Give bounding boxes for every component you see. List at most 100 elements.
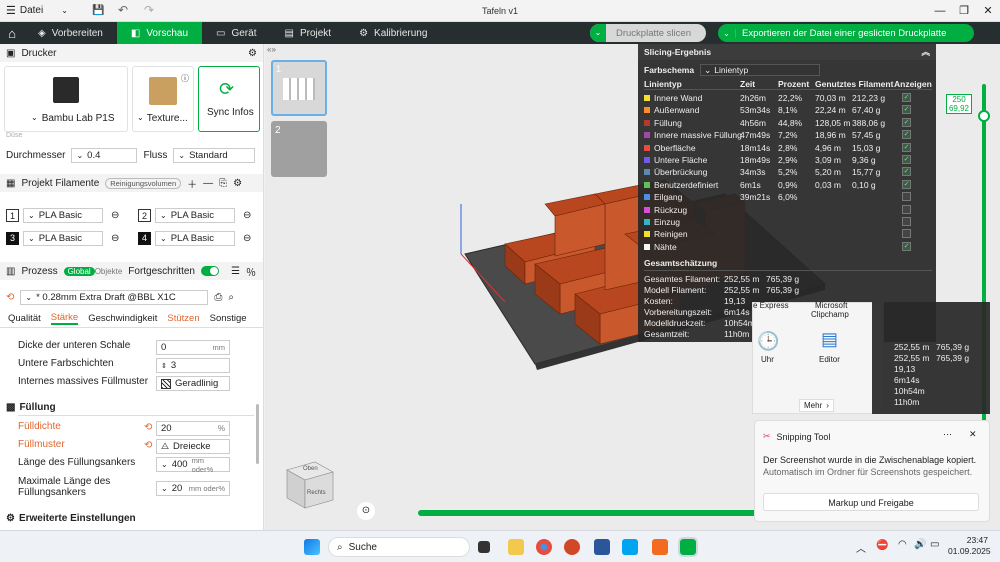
remove-icon[interactable]: — bbox=[203, 178, 213, 189]
tab-project[interactable]: ▤ Projekt bbox=[270, 22, 345, 44]
sync-info-button[interactable]: ⟳ Sync Infos bbox=[198, 66, 260, 132]
internal-solid-select[interactable]: Geradlinig bbox=[156, 376, 230, 391]
markup-share-button[interactable]: Markup und Freigabe bbox=[763, 493, 979, 511]
slice-dropdown-icon[interactable]: ⌄ bbox=[590, 24, 606, 42]
add-icon[interactable]: ＋ bbox=[187, 176, 197, 191]
subtab-others[interactable]: Sonstige bbox=[210, 313, 247, 324]
word-icon[interactable] bbox=[594, 539, 610, 555]
collapse-icon[interactable]: ︽ bbox=[921, 46, 930, 58]
clipchamp-icon[interactable] bbox=[622, 539, 638, 555]
minimize-icon[interactable]: — bbox=[928, 0, 952, 22]
infill-density-input[interactable]: 20% bbox=[156, 421, 230, 436]
taskbar-search[interactable]: ⌕ Suche bbox=[328, 537, 470, 557]
plate-thumbnail-1[interactable]: 1 bbox=[271, 60, 327, 116]
layer-slider-handle[interactable] bbox=[978, 110, 990, 122]
slice-plate-button[interactable]: ⌄ Druckplatte slicen bbox=[590, 24, 706, 42]
filament-remove-icon[interactable]: ⊖ bbox=[111, 233, 119, 244]
show-checkbox[interactable]: ✓ bbox=[902, 155, 911, 164]
notepad-app-label[interactable]: Editor bbox=[819, 355, 840, 364]
scrollbar[interactable] bbox=[256, 404, 259, 464]
filament-select-4[interactable]: ⌄ PLA Basic bbox=[155, 231, 235, 246]
powerpoint-icon[interactable] bbox=[564, 539, 580, 555]
task-view-icon[interactable] bbox=[478, 541, 490, 553]
battery-icon[interactable]: ▭ bbox=[930, 539, 939, 550]
show-checkbox[interactable]: ✓ bbox=[902, 241, 911, 251]
chrome-icon[interactable] bbox=[536, 539, 552, 555]
printer-settings-icon[interactable]: ⚙ bbox=[248, 48, 257, 59]
subtab-support[interactable]: Stützen bbox=[167, 313, 199, 324]
subtab-strength[interactable]: Stärke bbox=[50, 312, 79, 325]
show-checkbox[interactable]: ✓ bbox=[902, 105, 911, 115]
close-icon[interactable]: ✕ bbox=[976, 0, 1000, 22]
bambu-studio-icon[interactable] bbox=[678, 537, 698, 557]
collapse-panel-icon[interactable]: «» bbox=[267, 45, 276, 54]
printer-card[interactable]: ⌄ Bambu Lab P1S bbox=[4, 66, 128, 132]
max-anchor-input[interactable]: ⌄ 20 mm oder% bbox=[156, 481, 230, 496]
home-icon[interactable]: ⌂ bbox=[0, 26, 24, 41]
save-icon[interactable]: 💾 bbox=[92, 5, 104, 16]
show-checkbox[interactable]: ✓ bbox=[902, 117, 911, 127]
show-checkbox[interactable]: ✓ bbox=[902, 179, 911, 189]
redo-icon[interactable]: ↷ bbox=[144, 3, 154, 17]
subtab-quality[interactable]: Qualität bbox=[8, 313, 41, 324]
export-dropdown-icon[interactable]: ⌄ bbox=[718, 28, 736, 38]
show-checkbox[interactable] bbox=[902, 192, 911, 202]
show-checkbox[interactable]: ✓ bbox=[902, 167, 911, 177]
filament-remove-icon[interactable]: ⊖ bbox=[111, 210, 119, 221]
flush-volume-button[interactable]: Reinigungsvolumen bbox=[105, 177, 182, 189]
reset-icon[interactable]: ⟲ bbox=[6, 292, 14, 303]
fusion-icon[interactable] bbox=[652, 539, 668, 555]
subtab-speed[interactable]: Geschwindigkeit bbox=[88, 313, 157, 324]
reset-icon[interactable]: ⟲ bbox=[144, 440, 152, 451]
show-checkbox[interactable] bbox=[902, 229, 911, 239]
search-icon[interactable]: ⌕ bbox=[228, 292, 234, 303]
show-checkbox[interactable] bbox=[902, 217, 911, 226]
filament-remove-icon[interactable]: ⊖ bbox=[243, 233, 251, 244]
color-scheme-select[interactable]: ⌄ Linientyp bbox=[700, 64, 821, 76]
process-profile-select[interactable]: ⌄ * 0.28mm Extra Draft @BBL X1C bbox=[20, 290, 209, 305]
info-icon[interactable]: ⓘ bbox=[181, 73, 189, 84]
explorer-icon[interactable] bbox=[508, 539, 524, 555]
more-options-icon[interactable]: ⋯ bbox=[943, 429, 952, 440]
advanced-switch[interactable] bbox=[200, 266, 219, 276]
show-checkbox[interactable]: ✓ bbox=[902, 130, 911, 140]
tab-prepare[interactable]: ◈ Vorbereiten bbox=[24, 22, 117, 44]
wifi-icon[interactable]: ◠ bbox=[898, 539, 907, 550]
export-button[interactable]: ⌄ Exportieren der Datei einer geslicten … bbox=[718, 24, 974, 42]
global-toggle[interactable]: Global bbox=[63, 266, 95, 276]
tab-calibration[interactable]: ⚙ Kalibrierung bbox=[345, 22, 441, 44]
reset-icon[interactable]: ⟲ bbox=[144, 422, 152, 433]
clock-app-icon[interactable]: 🕒 bbox=[757, 331, 779, 352]
save-profile-icon[interactable]: ⎙ bbox=[214, 292, 222, 303]
show-checkbox[interactable] bbox=[902, 204, 911, 214]
clock-app-label[interactable]: Uhr bbox=[761, 355, 774, 364]
view-cube[interactable]: Oben Rechts bbox=[281, 456, 337, 512]
stepper-icon[interactable]: ⇕ bbox=[161, 362, 167, 370]
filament-remove-icon[interactable]: ⊖ bbox=[243, 210, 251, 221]
filament-settings-icon[interactable]: ⚙ bbox=[233, 178, 242, 189]
plate-card[interactable]: ⓘ ⌄ Texture... bbox=[132, 66, 194, 132]
filament-select-1[interactable]: ⌄ PLA Basic bbox=[23, 208, 103, 223]
view-cube-top[interactable]: Oben bbox=[303, 466, 318, 472]
tray-chevron-icon[interactable]: ︿ bbox=[856, 540, 866, 555]
file-menu[interactable]: ☰ Datei ⌄ bbox=[0, 0, 74, 21]
volume-icon[interactable]: 🔊 bbox=[914, 539, 926, 550]
percent-icon[interactable]: ％ bbox=[246, 264, 256, 279]
tab-preview[interactable]: ◧ Vorschau bbox=[116, 22, 203, 44]
show-checkbox[interactable]: ✓ bbox=[902, 93, 911, 102]
filament-select-3[interactable]: ⌄ PLA Basic bbox=[23, 231, 103, 246]
sync-filament-icon[interactable]: ⎘ bbox=[219, 178, 227, 189]
bottom-layers-input[interactable]: ⇕ 3 bbox=[156, 358, 230, 373]
maximize-icon[interactable]: ❐ bbox=[952, 0, 976, 22]
clock[interactable]: 23:47 01.09.2025 bbox=[948, 535, 991, 557]
close-icon[interactable]: ✕ bbox=[969, 429, 977, 440]
anchor-input[interactable]: ⌄ 400 mm oder% bbox=[156, 456, 230, 474]
diameter-select[interactable]: ⌄ 0.4 bbox=[71, 148, 138, 163]
infill-pattern-select[interactable]: ⨺ Dreiecke bbox=[156, 439, 230, 454]
list-icon[interactable]: ☰ bbox=[231, 266, 240, 277]
filament-select-2[interactable]: ⌄ PLA Basic bbox=[155, 208, 235, 223]
tab-device[interactable]: ▭ Gerät bbox=[202, 22, 270, 44]
flow-select[interactable]: ⌄ Standard bbox=[173, 148, 256, 163]
vpn-icon[interactable]: ⛔ bbox=[876, 540, 888, 551]
objects-toggle[interactable]: Objekte bbox=[95, 267, 123, 276]
